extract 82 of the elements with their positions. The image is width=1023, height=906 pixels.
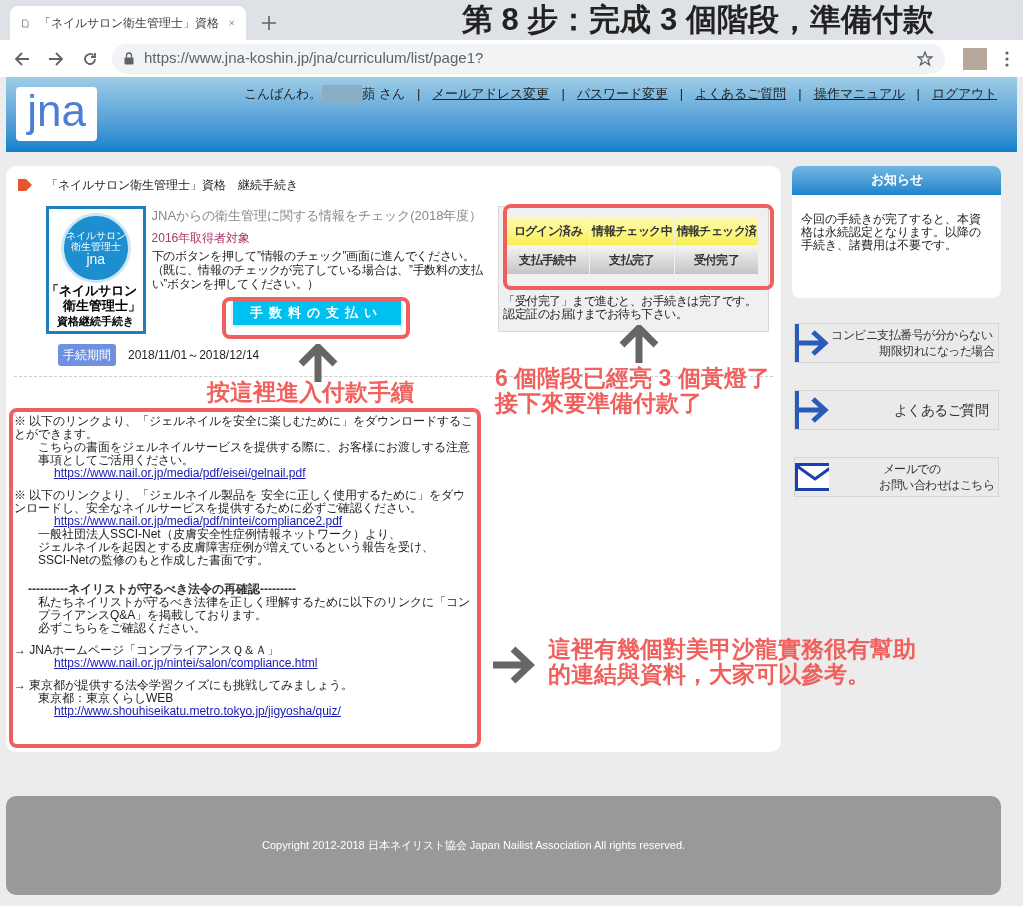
browser-tab[interactable]: 「ネイルサロン衛生管理士」資格 [10, 6, 246, 40]
header-link[interactable]: ログアウト [932, 84, 997, 104]
badge-subtitle: 資格継続手続き [57, 314, 135, 330]
notice-text: 必ずこちらをご確認ください。 [37, 622, 207, 635]
banner-text: コンビニ支払番号が分からない [830, 327, 994, 343]
close-icon[interactable] [228, 18, 234, 28]
notice-text: 東京都：東京くらしWEB [38, 692, 174, 705]
status-step: 支払完了 [590, 246, 674, 274]
separator-text: | [417, 85, 421, 103]
sidebar-banner[interactable]: よくあるご質問 [794, 390, 999, 430]
address-bar[interactable]: https://www.jna-koshin.jp/jna/curriculum/list/page1? [112, 43, 945, 74]
up-arrow-icon [297, 344, 339, 382]
notice-text: → JNAホームページ「コンプライアンスＱ＆Ａ」 [14, 642, 280, 657]
forward-icon[interactable] [48, 50, 64, 67]
badge-title: 「ネイルサロン [46, 283, 137, 298]
notice-text: 私たちネイリストが守るべき法律を正しく理解するために以下のリンクに「コンプライアンスQ&A」を掲載しております。 [37, 596, 471, 622]
notice-title: お知らせ [792, 166, 1001, 195]
banner-text: お問い合わせはこちら [878, 477, 994, 493]
target-text: 2016年取得者対象 [151, 230, 252, 247]
period-text: 2018/11/01～2018/12/14 [128, 347, 260, 364]
separator-text: | [561, 85, 565, 103]
download-link[interactable]: https://www.nail.or.jp/media/pdf/nintei/compliance2.pdf [54, 515, 343, 528]
badge-title: 衛生管理士」 [62, 298, 141, 313]
arrow-icon [795, 391, 829, 429]
right-arrow-icon [493, 645, 535, 685]
section-heading: ----------ネイリストが守るべき法令の再確認--------- [27, 583, 297, 596]
header-link[interactable]: 操作マニュアル [813, 84, 905, 104]
notice-text: → 東京都が提供する法令学習クイズにも挑戦してみましょう。 [14, 677, 355, 692]
copyright-text: Copyright 2012-2018 日本ネイリスト協会 Japan Nailist Association All rights reserved. [262, 838, 686, 854]
description-text: 下のボタンを押して”情報のチェック”画面に進んでください。 （既に、情報のチェックが完了している場合は、”手数料の支払い”ボタンを押してください。） [151, 249, 484, 291]
separator-text: | [798, 85, 802, 103]
tag-icon [18, 179, 32, 191]
header-link[interactable]: パスワード変更 [576, 84, 668, 104]
emblem-text: jna [86, 251, 106, 267]
up-arrow-icon [618, 325, 660, 363]
annotation-text: 這裡有幾個對美甲沙龍實務很有幫助 的連結與資料，大家可以參考。 [548, 637, 916, 687]
status-step: 受付完了 [674, 246, 759, 274]
lock-icon [124, 52, 134, 65]
annotation-text: 6 個階段已經亮 3 個黃燈了 接下來要準備付款了 [495, 366, 770, 416]
arrow-icon [795, 324, 829, 362]
site-logo[interactable]: jna [16, 87, 97, 141]
notice-text: こちらの書面をジェルネイルサービスを提供する際に、お客様にお渡しする注意事項としてご活用ください。 [37, 441, 471, 467]
banner-text: 期限切れになった場合 [878, 343, 994, 359]
status-step: 支払手続中 [506, 246, 590, 274]
annotation-text: 按這裡進入付款手續 [207, 380, 414, 405]
status-note: 「受付完了」まで進むと、お手続きは完了です。 [503, 295, 757, 308]
emblem-text: ネイルサロン [65, 229, 126, 241]
notice-text: ジェルネイルを起因とする皮膚障害症例が増えているという報告を受け、 [37, 541, 435, 554]
envelope-icon [795, 463, 829, 491]
notice-text: 今回の手続きが完了すると、本資格は永続認定となります。以降の手続き、諸費用は不要です。 [800, 211, 982, 252]
status-step: 情報チェック済 [674, 217, 759, 245]
period-label: 手続期間 [58, 344, 116, 366]
header-link[interactable]: メールアドレス変更 [432, 84, 550, 104]
emblem-text: 衛生管理士 [70, 240, 121, 252]
notice-text: 一般社団法人SSCI-Net（皮膚安全性症例情報ネットワーク）より、 [37, 528, 402, 541]
banner-text: よくあるご質問 [892, 402, 989, 418]
annotation-title: 第 8 步：完成 3 個階段，準備付款 [462, 1, 934, 39]
procedure-title: JNAからの衛生管理に関する情報をチェック(2018年度） [151, 207, 484, 225]
notice-text: ※ 以下のリンクより、「ジェルネイル製品を 安全に正しく使用するために」をダウンロードし、安全なネイルサービスを提供するために必ずご確認ください。 [14, 487, 466, 515]
redacted-block [322, 84, 363, 103]
download-link[interactable]: https://www.nail.or.jp/nintei/salon/compliance.html [54, 657, 318, 670]
reload-icon[interactable] [82, 50, 98, 67]
status-step: 情報チェック中 [590, 217, 674, 245]
sidebar-banner[interactable]: メールでの お問い合わせはこちら [794, 457, 999, 497]
separator-text: | [679, 85, 684, 103]
star-icon[interactable] [917, 50, 933, 67]
user-name-text: 蘋 さん [362, 85, 406, 103]
sidebar-banner[interactable]: コンビニ支払番号が分からない 期限切れになった場合 [794, 323, 999, 363]
new-tab-icon[interactable] [262, 16, 276, 30]
menu-icon[interactable] [1005, 50, 1009, 67]
notice-text: SSCI-Netの監修のもと作成した書面です。 [37, 554, 270, 567]
separator-text: | [916, 85, 920, 103]
back-icon[interactable] [14, 50, 30, 67]
banner-text: メールでの [881, 461, 942, 477]
header-link[interactable]: よくあるご質問 [695, 84, 787, 104]
greeting-text: こんばんわ。 [244, 85, 323, 103]
status-step: ログイン済み [506, 217, 590, 245]
status-note: 認定証のお届けまでお待ち下さい。 [503, 308, 688, 321]
download-link[interactable]: http://www.shouhiseikatu.metro.tokyo.jp/jigyosha/quiz/ [54, 705, 341, 718]
procedure-heading: 「ネイルサロン衛生管理士」資格 継続手続き [46, 177, 298, 194]
download-link[interactable]: https://www.nail.or.jp/media/pdf/eisei/gelnail.pdf [54, 467, 306, 480]
notice-text: ※ 以下のリンクより、「ジェルネイルを安全に楽しむために」をダウンロードすることができます。 [14, 415, 474, 441]
